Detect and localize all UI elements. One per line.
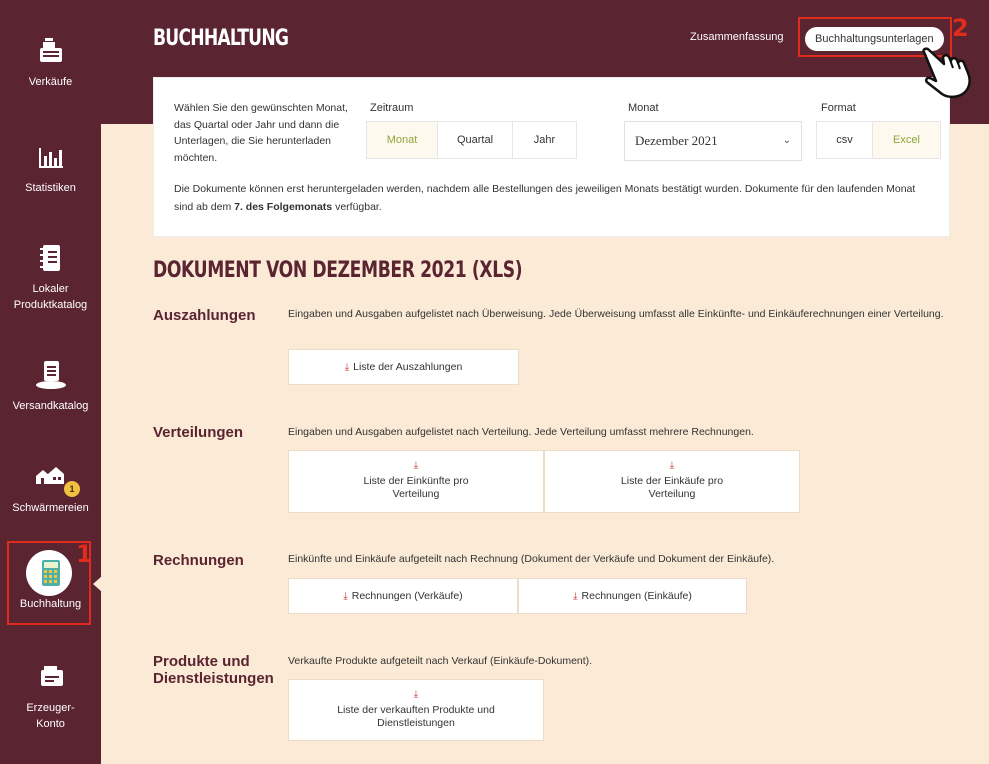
- notification-badge: 1: [64, 481, 80, 497]
- pointer-hand-icon: [922, 47, 971, 99]
- filter-card: Wählen Sie den gewünschten Monat, das Qu…: [153, 77, 950, 237]
- section-title-rechnungen: Rechnungen: [153, 552, 244, 569]
- note-text-2: verfügbar.: [332, 201, 382, 213]
- download-purchase-invoices-label: Rechnungen (Einkäufe): [581, 590, 692, 602]
- download-icon: ⤓: [343, 591, 348, 602]
- download-purchase-invoices-button[interactable]: ⤓ Rechnungen (Einkäufe): [518, 578, 747, 614]
- download-purchases-per-distribution-button[interactable]: ⤓ Liste der Einkäufe pro Verteilung: [544, 450, 800, 513]
- download-icon: ⤓: [413, 460, 419, 471]
- filter-intro-text: Wählen Sie den gewünschten Monat, das Qu…: [174, 102, 348, 164]
- section-description-rechnungen: Einkünfte und Einkäufe aufgeteilt nach R…: [288, 553, 775, 565]
- sidebar-item-label: Lokaler Produktkatalog: [13, 283, 88, 311]
- download-sales-invoices-button[interactable]: ⤓ Rechnungen (Verkäufe): [288, 578, 518, 614]
- section-title-verteilungen: Verteilungen: [153, 424, 244, 441]
- annotation-number-2: 2: [952, 14, 969, 42]
- download-icon: ⤓: [573, 591, 578, 602]
- sidebar-item-versandkatalog[interactable]: Versandkatalog: [0, 360, 101, 414]
- section-title-produkte: Produkte und Dienstleistungen: [153, 653, 274, 687]
- sidebar-item-label: Statistiken: [25, 182, 76, 194]
- section-description-verteilungen: Eingaben und Ausgaben aufgelistet nach V…: [288, 426, 754, 438]
- download-income-per-distribution-button[interactable]: ⤓ Liste der Einkünfte pro Verteilung: [288, 450, 544, 513]
- note-bold-text: 7. des Folgemonats: [234, 201, 333, 213]
- download-icon: ⤓: [669, 460, 675, 471]
- availability-note: Die Dokumente können erst heruntergelade…: [174, 180, 934, 216]
- bar-chart-icon: [34, 142, 68, 172]
- producer-account-icon: [34, 662, 68, 692]
- sidebar: Verkäufe Statistiken Lokaler Produktkata…: [0, 0, 102, 764]
- download-icon: ⤓: [413, 689, 419, 700]
- section-description-auszahlungen: Eingaben und Ausgaben aufgelistet nach Ü…: [288, 308, 944, 320]
- sidebar-item-label: Erzeuger-Konto: [26, 702, 75, 730]
- notebook-icon: [34, 243, 68, 273]
- sidebar-item-label: Versandkatalog: [12, 400, 89, 412]
- summary-link[interactable]: Zusammenfassung: [690, 31, 784, 43]
- sidebar-item-schwaermereien[interactable]: 1 Schwärmereien: [0, 462, 101, 516]
- download-payouts-button[interactable]: ⤓ Liste der Auszahlungen: [288, 349, 519, 385]
- section-title-auszahlungen: Auszahlungen: [153, 307, 256, 324]
- sidebar-item-label: Schwärmereien: [12, 502, 89, 514]
- sidebar-item-erzeuger-konto[interactable]: Erzeuger-Konto: [0, 662, 101, 732]
- catalog-box-icon: [34, 360, 68, 390]
- period-option-jahr[interactable]: Jahr: [513, 122, 576, 158]
- month-label: Monat: [628, 102, 659, 114]
- download-sold-products-label: Liste der verkauften Produkte und Dienst…: [337, 703, 495, 730]
- chevron-down-icon: ⌄: [782, 135, 791, 146]
- download-sales-invoices-label: Rechnungen (Verkäufe): [351, 590, 463, 602]
- download-income-per-distribution-label: Liste der Einkünfte pro Verteilung: [363, 474, 469, 501]
- download-icon: ⤓: [344, 362, 350, 373]
- document-title: DOKUMENT VON DEZEMBER 2021 (XLS): [153, 258, 523, 283]
- sidebar-item-statistiken[interactable]: Statistiken: [0, 142, 101, 196]
- month-select[interactable]: Dezember 2021 ⌄: [624, 121, 802, 161]
- sidebar-item-lokaler-produktkatalog[interactable]: Lokaler Produktkatalog: [0, 243, 101, 313]
- houses-icon: [34, 462, 68, 492]
- format-label: Format: [821, 102, 856, 114]
- sidebar-item-verkaeufe[interactable]: Verkäufe: [0, 36, 101, 90]
- download-payouts-label: Liste der Auszahlungen: [353, 361, 463, 373]
- page-title: BUCHHALTUNG: [153, 26, 289, 51]
- sidebar-item-label: Verkäufe: [28, 76, 73, 88]
- format-selector: csv Excel: [816, 121, 941, 159]
- download-sold-products-button[interactable]: ⤓ Liste der verkauften Produkte und Dien…: [288, 679, 544, 741]
- period-label: Zeitraum: [370, 102, 414, 114]
- month-select-value: Dezember 2021: [635, 133, 718, 148]
- cash-register-icon: [34, 36, 68, 66]
- period-option-monat[interactable]: Monat: [367, 122, 438, 158]
- annotation-number-1: 1: [76, 540, 93, 568]
- period-option-quartal[interactable]: Quartal: [438, 122, 513, 158]
- section-description-produkte: Verkaufte Produkte aufgeteilt nach Verka…: [288, 655, 593, 667]
- period-selector: Monat Quartal Jahr: [366, 121, 577, 159]
- format-option-excel[interactable]: Excel: [873, 122, 940, 158]
- active-arrow: [93, 576, 102, 592]
- download-purchases-per-distribution-label: Liste der Einkäufe pro Verteilung: [620, 474, 724, 501]
- format-option-csv[interactable]: csv: [817, 122, 873, 158]
